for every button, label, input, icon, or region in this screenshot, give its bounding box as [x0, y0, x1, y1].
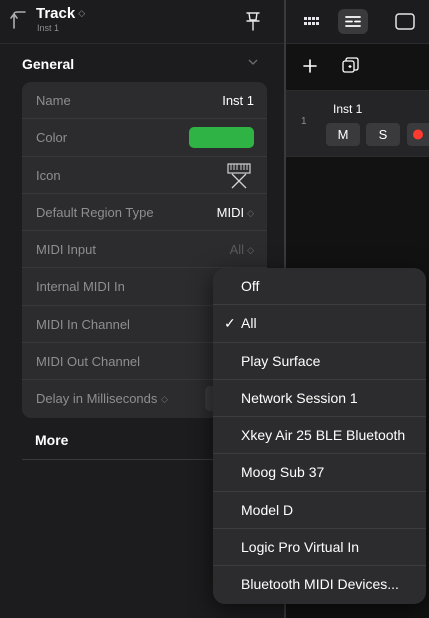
default-region-type-value[interactable]: MIDI ◇ — [217, 205, 254, 220]
default-region-type-row[interactable]: Default Region Type MIDI ◇ — [22, 194, 267, 232]
grid-icon — [304, 17, 319, 25]
default-region-type-label: Default Region Type — [36, 204, 154, 220]
inspector-subtitle: Inst 1 — [37, 23, 60, 33]
color-label: Color — [36, 130, 68, 146]
plus-icon[interactable] — [302, 58, 318, 74]
track-header[interactable]: 1 Inst 1 M S — [286, 90, 429, 157]
midi-input-label: MIDI Input — [36, 242, 96, 258]
menu-item-label: All — [241, 315, 257, 332]
pin-icon[interactable] — [245, 11, 261, 31]
general-section-title: General — [22, 56, 75, 72]
menu-item[interactable]: Model D — [213, 492, 426, 530]
track-number: 1 — [301, 116, 307, 127]
menu-item-label: Model D — [241, 501, 294, 518]
track-name[interactable]: Inst 1 — [333, 102, 362, 116]
midi-out-channel-label: MIDI Out Channel — [36, 354, 141, 370]
inspector-header: Track ◇ Inst 1 — [0, 0, 284, 44]
midi-input-value[interactable]: All ◇ — [230, 242, 254, 257]
grid-view-button[interactable] — [296, 9, 326, 34]
menu-item-label: Network Session 1 — [241, 389, 358, 406]
name-label: Name — [36, 93, 71, 108]
window-button[interactable] — [390, 9, 420, 34]
track-actions — [286, 44, 429, 90]
menu-item[interactable]: Off — [213, 268, 426, 306]
window-icon — [395, 13, 415, 30]
name-row[interactable]: Name Inst 1 — [22, 82, 267, 120]
menu-item-label: Play Surface — [241, 352, 321, 369]
inspector-title[interactable]: Track ◇ — [36, 5, 85, 22]
keyboard-icon[interactable] — [225, 162, 253, 189]
mute-button[interactable]: M — [326, 123, 360, 146]
menu-item[interactable]: Network Session 1 — [213, 380, 426, 418]
back-arrow-icon[interactable] — [10, 9, 28, 31]
menu-item-label: Off — [241, 278, 260, 294]
selector-chevron-icon: ◇ — [78, 8, 86, 18]
record-icon — [413, 129, 423, 140]
icon-label: Icon — [36, 167, 61, 183]
selector-chevron-icon: ◇ — [161, 394, 168, 405]
color-row[interactable]: Color — [22, 119, 267, 157]
menu-item-label: Xkey Air 25 BLE Bluetooth — [241, 427, 406, 444]
menu-item-label: Moog Sub 37 — [241, 464, 325, 481]
tracks-toolbar — [286, 0, 429, 44]
solo-button[interactable]: S — [366, 123, 400, 146]
internal-midi-in-label: Internal MIDI In — [36, 279, 125, 295]
menu-item[interactable]: Bluetooth MIDI Devices... — [213, 566, 426, 603]
checkmark-icon: ✓ — [224, 315, 236, 332]
name-value[interactable]: Inst 1 — [222, 93, 254, 108]
selector-chevron-icon: ◇ — [247, 207, 254, 218]
icon-row[interactable]: Icon — [22, 157, 267, 194]
chevron-down-icon — [248, 59, 258, 65]
menu-item-label: Bluetooth MIDI Devices... — [241, 576, 399, 593]
midi-input-menu: Off ✓ All Play Surface Network Session 1 Xkey… — [213, 268, 426, 604]
general-section-header[interactable]: General — [22, 56, 264, 76]
midi-in-channel-label: MIDI In Channel — [36, 316, 130, 332]
menu-item[interactable]: Play Surface — [213, 343, 426, 380]
more-section-title: More — [35, 432, 69, 448]
menu-item[interactable]: ✓ All — [213, 305, 426, 343]
menu-item[interactable]: Moog Sub 37 — [213, 454, 426, 492]
menu-item[interactable]: Xkey Air 25 BLE Bluetooth — [213, 417, 426, 455]
midi-input-row[interactable]: MIDI Input All ◇ — [22, 231, 267, 269]
tracks-view-button[interactable] — [338, 9, 368, 34]
record-enable-button[interactable] — [407, 123, 429, 146]
color-swatch[interactable] — [189, 127, 254, 149]
selector-chevron-icon: ◇ — [247, 245, 254, 256]
delay-label[interactable]: Delay in Milliseconds ◇ — [36, 391, 168, 406]
menu-item-label: Logic Pro Virtual In — [241, 539, 360, 556]
list-icon — [345, 16, 361, 27]
duplicate-icon[interactable] — [342, 57, 359, 74]
menu-item[interactable]: Logic Pro Virtual In — [213, 529, 426, 567]
